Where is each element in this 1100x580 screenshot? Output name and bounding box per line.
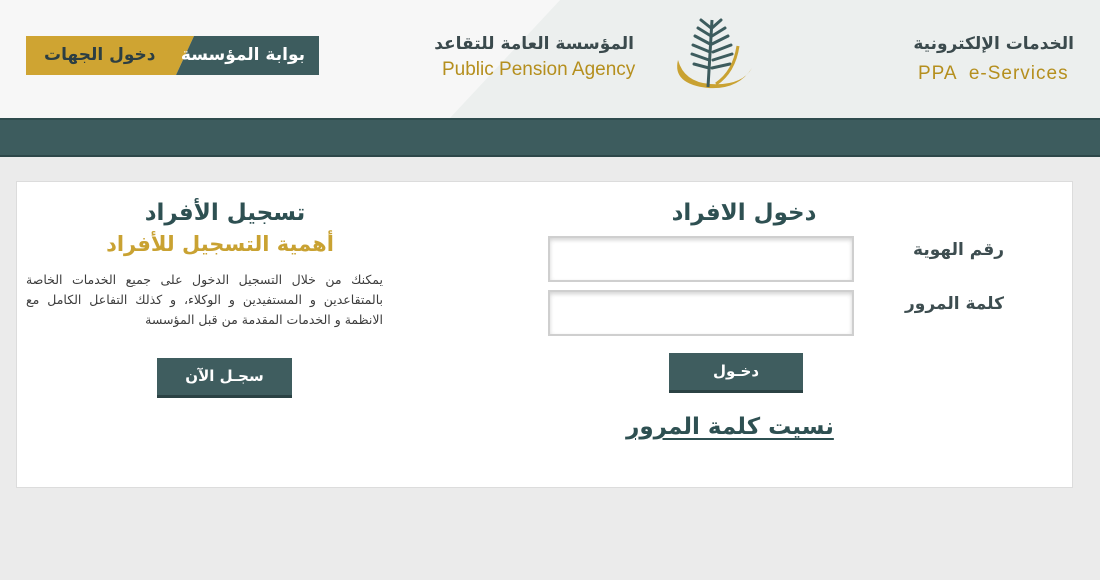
content-panel: [16, 181, 1073, 488]
header-bar: [0, 118, 1100, 157]
entities-login-link[interactable]: دخول الجهات: [44, 36, 155, 75]
portal-switch[interactable]: دخول الجهات بوابة المؤسسة: [26, 36, 319, 75]
password-label: كلمة المرور: [905, 294, 1004, 314]
institution-portal-link[interactable]: بوابة المؤسسة: [181, 36, 305, 75]
id-number-input[interactable]: [548, 236, 854, 282]
eservices-title-ar: الخدمات الإلكترونية: [913, 34, 1074, 54]
eservices-title-en: PPA e-Services: [918, 63, 1069, 84]
palm-frond-logo-icon: [677, 18, 752, 89]
register-now-button[interactable]: سجـل الآن: [157, 358, 292, 398]
registration-title: تسجيل الأفراد: [144, 200, 306, 226]
agency-name-en: Public Pension Agency: [442, 59, 636, 80]
login-button[interactable]: دخـول: [669, 353, 803, 393]
registration-description: يمكنك من خلال التسجيل الدخول على جميع ال…: [26, 272, 383, 327]
id-number-label: رقم الهوية: [913, 240, 1004, 260]
agency-name-ar: المؤسسة العامة للتقاعد: [434, 34, 634, 54]
site-header: دخول الجهات بوابة المؤسسة المؤسسة العامة…: [0, 0, 1100, 120]
password-input[interactable]: [548, 290, 854, 336]
forgot-password-link[interactable]: نسيت كلمة المرور: [620, 414, 840, 440]
registration-subtitle: أهمية التسجيل للأفراد: [106, 232, 334, 256]
login-title: دخول الافراد: [671, 200, 817, 226]
